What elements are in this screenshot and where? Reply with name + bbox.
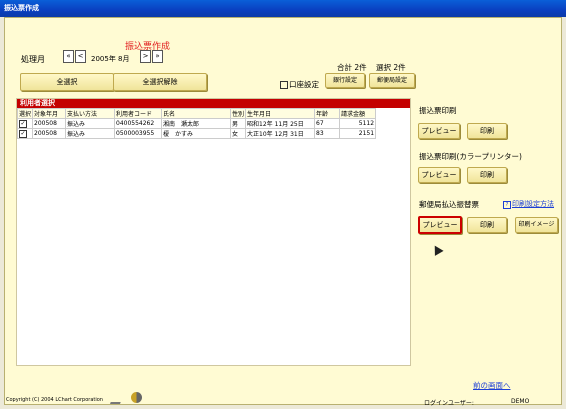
row-sex: 女 bbox=[230, 128, 247, 139]
row-age: 83 bbox=[314, 128, 341, 139]
period-prev-button[interactable]: < bbox=[75, 50, 86, 63]
section-postal-label: 郵便局払込振替票 bbox=[419, 200, 479, 209]
period-label: 処理月 bbox=[21, 55, 45, 64]
period-next-button[interactable]: > bbox=[140, 50, 151, 63]
selected-count: 選択 2件 bbox=[376, 63, 406, 72]
postal-preview-button[interactable]: プレビュー bbox=[418, 216, 462, 234]
col-code: 利用者コード bbox=[114, 108, 163, 119]
total-count: 合計 2件 bbox=[337, 63, 367, 72]
postal-print-button[interactable]: 印刷 bbox=[467, 217, 507, 233]
col-sex: 性別 bbox=[230, 108, 247, 119]
postal-print-image-button[interactable]: 印刷イメージ bbox=[515, 217, 558, 233]
table-header-row: 選択 対象年月 支払い方法 利用者コード 氏名 性別 生年月日 年齢 請求金額 bbox=[16, 108, 377, 119]
row-amount: 5112 bbox=[339, 118, 377, 129]
select-all-button[interactable]: 全選択 bbox=[20, 73, 114, 91]
row-amount: 2151 bbox=[339, 128, 377, 139]
login-user-name: DEMO bbox=[511, 398, 530, 405]
login-user-label: ログインユーザー: bbox=[424, 400, 474, 407]
section-color-print-label: 振込票印刷(カラープリンター) bbox=[419, 152, 522, 161]
row-birth: 大正10年 12月 31日 bbox=[245, 128, 316, 139]
main-panel: 振込票作成 処理月 « < 2005年 8月 > » 合計 2件 選択 2件 全… bbox=[4, 17, 562, 405]
window-titlebar: 振込票作成 bbox=[0, 0, 566, 17]
back-link[interactable]: 前の画面へ bbox=[473, 380, 511, 391]
table-row[interactable]: ✓ 200508 振込み 0400554262 湘南 瀬太郎 男 昭和12年 1… bbox=[16, 118, 377, 129]
row-checkbox[interactable]: ✓ bbox=[19, 119, 27, 128]
period-first-button[interactable]: « bbox=[63, 50, 74, 63]
row-method: 振込み bbox=[65, 118, 116, 129]
user-table: 選択 対象年月 支払い方法 利用者コード 氏名 性別 生年月日 年齢 請求金額 … bbox=[16, 108, 377, 139]
color-preview-button[interactable]: プレビュー bbox=[418, 167, 460, 183]
row-select-cell[interactable]: ✓ bbox=[16, 118, 34, 129]
table-title: 利用者選択 bbox=[17, 99, 410, 108]
mouse-cursor-icon bbox=[430, 243, 444, 256]
row-name: 湘南 瀬太郎 bbox=[161, 118, 232, 129]
period-value: 2005年 8月 bbox=[91, 55, 130, 63]
row-code: 0400554262 bbox=[114, 118, 163, 129]
print-preview-button[interactable]: プレビュー bbox=[418, 123, 460, 139]
copyright-text: Copyright (C) 2004 LChart Corporation bbox=[6, 397, 103, 403]
print-button[interactable]: 印刷 bbox=[467, 123, 507, 139]
col-name: 氏名 bbox=[161, 108, 232, 119]
print-setting-help-link[interactable]: ? 印刷設定方法 bbox=[503, 199, 554, 209]
help-link-text: 印刷設定方法 bbox=[512, 200, 554, 208]
col-select: 選択 bbox=[16, 108, 34, 119]
col-method: 支払い方法 bbox=[65, 108, 116, 119]
bank-setting-button[interactable]: 銀行設定 bbox=[325, 73, 365, 88]
account-setting-checkbox[interactable] bbox=[280, 81, 288, 89]
col-birth: 生年月日 bbox=[245, 108, 316, 119]
row-name: 榎 かすみ bbox=[161, 128, 232, 139]
deselect-all-button[interactable]: 全選択解除 bbox=[113, 73, 207, 91]
account-setting-text: 口座設定 bbox=[289, 80, 319, 89]
window-title: 振込票作成 bbox=[4, 4, 39, 12]
coin-icon bbox=[131, 392, 142, 403]
row-ym: 200508 bbox=[32, 118, 67, 129]
user-table-panel: 利用者選択 選択 対象年月 支払い方法 利用者コード 氏名 性別 生年月日 年齢… bbox=[16, 98, 411, 366]
col-ym: 対象年月 bbox=[32, 108, 67, 119]
col-amount: 請求金額 bbox=[339, 108, 377, 119]
help-icon: ? bbox=[503, 201, 511, 209]
table-row[interactable]: ✓ 200508 振込み 0500003955 榎 かすみ 女 大正10年 12… bbox=[16, 128, 377, 139]
section-print-label: 振込票印刷 bbox=[419, 106, 457, 115]
row-select-cell[interactable]: ✓ bbox=[16, 128, 34, 139]
post-setting-button[interactable]: 郵便局設定 bbox=[369, 73, 415, 88]
row-code: 0500003955 bbox=[114, 128, 163, 139]
row-checkbox[interactable]: ✓ bbox=[19, 129, 27, 138]
row-method: 振込み bbox=[65, 128, 116, 139]
row-age: 67 bbox=[314, 118, 341, 129]
row-ym: 200508 bbox=[32, 128, 67, 139]
account-setting-label: 口座設定 bbox=[280, 79, 319, 90]
row-birth: 昭和12年 11月 25日 bbox=[245, 118, 316, 129]
color-print-button[interactable]: 印刷 bbox=[467, 167, 507, 183]
period-last-button[interactable]: » bbox=[152, 50, 163, 63]
row-sex: 男 bbox=[230, 118, 247, 129]
col-age: 年齢 bbox=[314, 108, 341, 119]
